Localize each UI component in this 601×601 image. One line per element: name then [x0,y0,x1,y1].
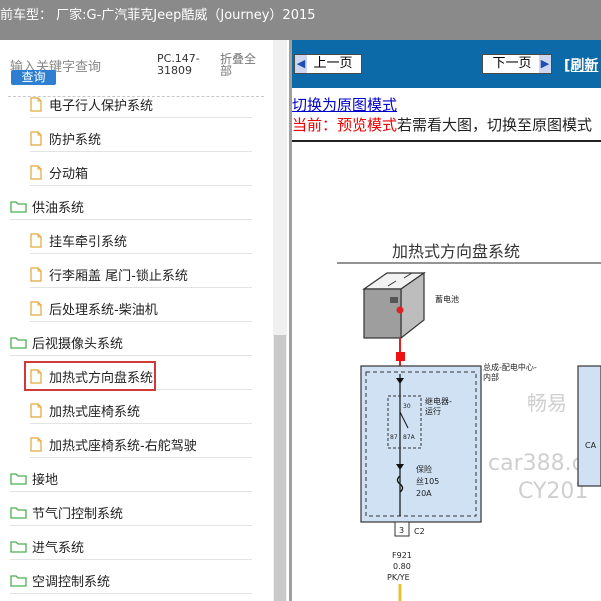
current-mode-line: 当前：预览模式若需看大图，切换至原图模式 [292,116,593,134]
tree-folder-item[interactable]: 后视摄像头系统 [10,329,252,356]
tree-folder-item[interactable]: 进气系统 [10,533,252,560]
wiring-diagram: 畅易 car388.c CY201 加热式方向盘系统 蓄电池 总成-配电中心- … [337,242,601,601]
folder-icon [10,506,27,519]
file-icon [30,96,42,112]
file-icon [30,402,42,418]
folder-icon [10,574,27,587]
tree-item-label: 进气系统 [32,540,85,556]
battery-label: 蓄电池 [435,294,459,304]
tree-file-item[interactable]: 分动箱 [30,159,252,186]
tree-folder-item[interactable]: 空调控制系统 [10,567,252,594]
folder-icon [10,200,27,213]
folder-icon [10,336,27,349]
fuse-label-2: 丝105 [416,476,439,486]
relay-pin-87: 87 [390,434,398,441]
tree-scrollbar[interactable] [273,40,287,601]
connector-pin: 3 [399,526,404,535]
scrollbar-thumb[interactable] [274,335,286,601]
tree-file-item[interactable]: 加热式座椅系统 [30,397,252,424]
diagram-title: 加热式方向盘系统 [392,242,520,261]
viewer-panel: ◀ 上一页 下一页 ▶ [刷新 切换为原图模式 当前：预览模式若需看大图，切换至… [292,40,601,601]
junction-label-2: 内部 [483,372,499,382]
file-icon [30,232,42,248]
arrow-right-icon: ▶ [539,55,551,73]
vehicle-title: 前车型： 厂家:G-广汽菲克Jeep酷威（Journey）2015 [0,8,316,23]
tree-file-item[interactable]: 电子行人保护系统 [30,91,252,118]
tree-item-label: 接地 [32,472,59,488]
watermark-2: car388.c [488,451,584,476]
folder-icon [10,540,27,553]
tree-item-label: 行李厢盖 尾门-锁止系统 [49,268,188,284]
relay-pin-30: 30 [403,403,411,410]
switch-original-link[interactable]: 切换为原图模式 [292,94,397,115]
adjacent-module [577,365,601,487]
file-icon [30,164,42,180]
arrow-left-icon: ◀ [295,55,307,73]
collapse-all-button[interactable]: 折叠全部 [220,53,260,77]
page-navbar: ◀ 上一页 下一页 ▶ [刷新 [292,40,601,88]
tree-file-item[interactable]: 防护系统 [30,125,252,152]
query-button[interactable]: 查询 [11,70,56,85]
file-icon [30,436,42,452]
relay-label: 继电器- [425,396,452,406]
battery-icon [362,271,426,340]
file-icon [30,266,42,282]
refresh-link[interactable]: [刷新 [564,55,598,75]
battery-fuse-link [396,352,405,361]
relay-label-2: 运行 [425,406,441,416]
folder-icon [10,472,27,485]
selected-item-highlight [24,361,156,391]
tree-item-label: 供油系统 [32,200,85,216]
prev-page-button[interactable]: ◀ 上一页 [294,54,362,74]
tree-item-label: 分动箱 [49,166,89,182]
title-bar: 前车型： 厂家:G-广汽菲克Jeep酷威（Journey）2015 [0,0,601,40]
tree-item-label: 空调控制系统 [32,574,111,590]
wire-code: F921 [392,551,412,560]
tree-folder-item[interactable]: 供油系统 [10,193,252,220]
relay-pin-87a: 87A [403,434,416,441]
file-icon [30,130,42,146]
tree-item-label: 加热式座椅系统-右舵驾驶 [49,438,197,454]
file-icon [30,300,42,316]
tree-item-label: 节气门控制系统 [32,506,124,522]
tree-item-label: 电子行人保护系统 [49,98,154,114]
tree-file-item[interactable]: 加热式座椅系统-右舵驾驶 [30,431,252,458]
tree-item-label: 后处理系统-柴油机 [49,302,158,318]
connector-name: C2 [414,527,425,536]
junction-label: 总成-配电中心- [483,362,537,372]
tree-file-item[interactable]: 挂车牵引系统 [30,227,252,254]
watermark-1: 畅易 [527,391,567,415]
pc-code: PC.147-31809 [157,52,200,77]
tree-item-label: 防护系统 [49,132,102,148]
tree-item-label: 挂车牵引系统 [49,234,128,250]
tree-item-label: 加热式座椅系统 [49,404,141,420]
tree-folder-item[interactable]: 节气门控制系统 [10,499,252,526]
tree-folder-item[interactable]: 接地 [10,465,252,492]
fuse-amp: 20A [416,489,432,498]
tree-file-item[interactable]: 行李厢盖 尾门-锁止系统 [30,261,252,288]
adjacent-module-label: CA [585,441,597,450]
wire-color: PK/YE [387,573,410,582]
tree-item-label: 后视摄像头系统 [32,336,124,352]
next-page-button[interactable]: 下一页 ▶ [482,54,552,74]
left-panel: 输入关键字查询 查询 PC.147-31809 折叠全部 电子行人保护系统 防护系… [0,40,290,601]
tree-file-item[interactable]: 后处理系统-柴油机 [30,295,252,322]
wire-size: 0.80 [393,562,411,571]
fuse-label: 保险 [416,464,432,474]
